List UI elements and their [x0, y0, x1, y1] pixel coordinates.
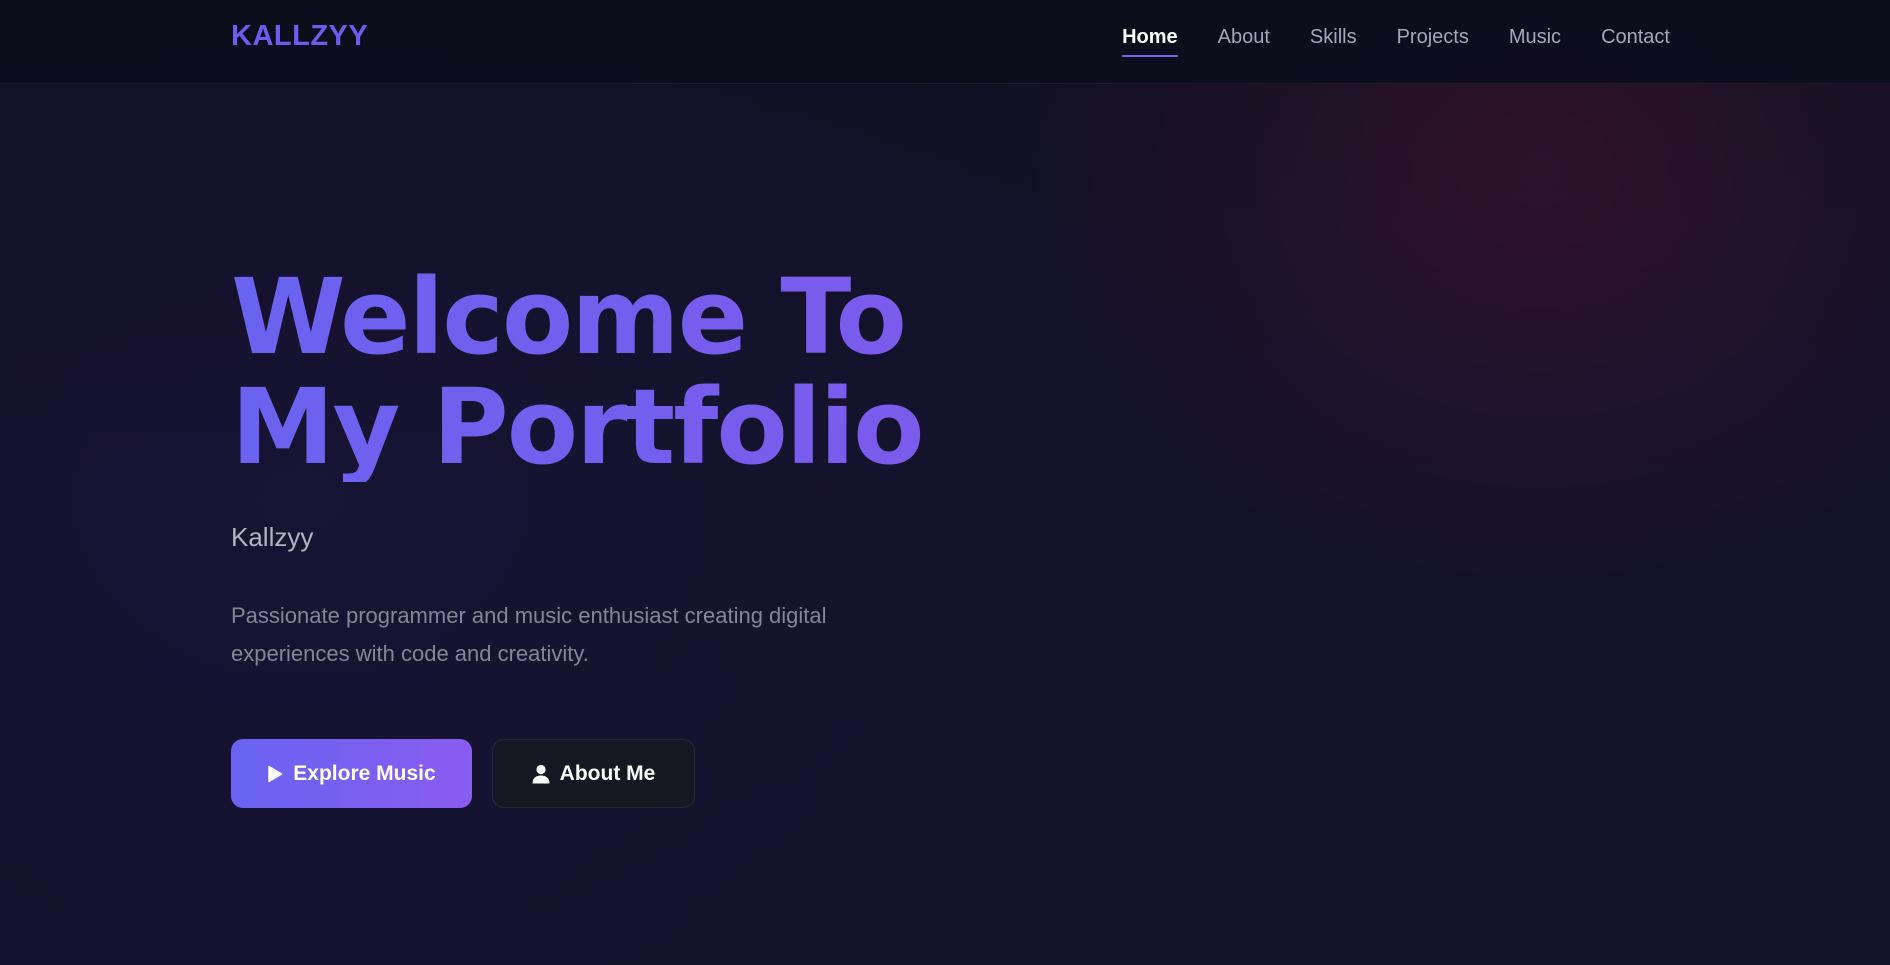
hero-subtitle: Kallzyy	[231, 522, 314, 552]
nav-about[interactable]: About	[1218, 26, 1270, 57]
nav-home[interactable]: Home	[1122, 26, 1178, 57]
hero-title-line-2: My Portfolio	[231, 366, 923, 488]
nav-contact[interactable]: Contact	[1601, 26, 1670, 57]
about-me-label: About Me	[559, 761, 656, 785]
main-nav: Home About Skills Projects Music Contact	[1122, 26, 1670, 57]
nav-music[interactable]: Music	[1509, 26, 1561, 57]
hero-title-line-1: Welcome To	[231, 256, 905, 378]
hero-title: Welcome To My Portfolio	[231, 262, 1131, 482]
brand-logo[interactable]: KALLZYY	[231, 20, 368, 53]
about-me-button[interactable]: About Me	[492, 739, 695, 808]
explore-music-button[interactable]: Explore Music	[231, 739, 472, 808]
hero-buttons: Explore Music About Me	[231, 739, 1131, 808]
page: KALLZYY Home About Skills Projects Music…	[0, 0, 1890, 965]
nav-skills[interactable]: Skills	[1310, 26, 1357, 57]
user-icon	[532, 764, 550, 784]
play-icon	[267, 765, 283, 783]
hero-section: Welcome To My Portfolio Kallzyy Passiona…	[231, 262, 1131, 808]
explore-music-label: Explore Music	[293, 761, 436, 785]
navbar: KALLZYY Home About Skills Projects Music…	[0, 0, 1890, 84]
nav-projects[interactable]: Projects	[1397, 26, 1469, 57]
hero-description: Passionate programmer and music enthusia…	[231, 603, 827, 666]
